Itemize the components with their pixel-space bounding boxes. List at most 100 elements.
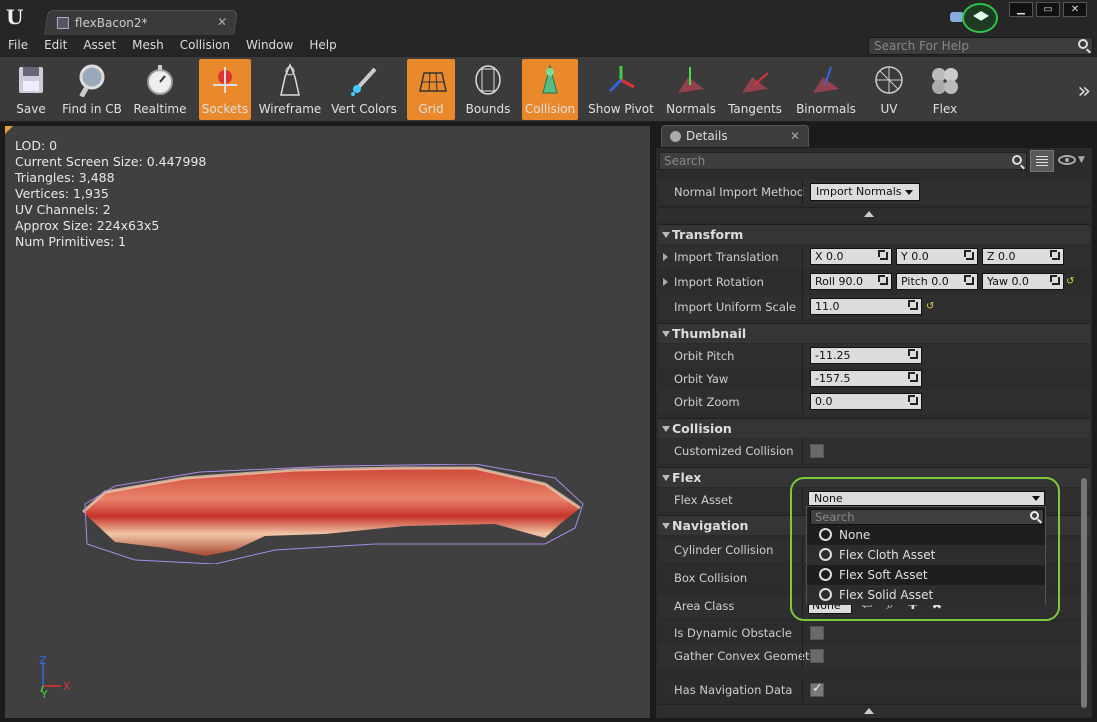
- document-tab[interactable]: flexBacon2* ✕: [44, 10, 238, 35]
- stat-num-primitives: Num Primitives: 1: [15, 234, 127, 249]
- translation-z-field[interactable]: Z 0.0: [982, 248, 1064, 265]
- viewport-options-corner-icon[interactable]: [5, 126, 13, 134]
- rotation-yaw-field[interactable]: Yaw 0.0: [982, 273, 1064, 290]
- details-scrollbar[interactable]: [1081, 478, 1087, 708]
- menu-window[interactable]: Window: [238, 35, 301, 56]
- binormals-button[interactable]: Binormals: [795, 59, 857, 120]
- help-search-input[interactable]: Search For Help: [868, 37, 1093, 55]
- reset-to-default-icon[interactable]: ↺: [926, 301, 934, 312]
- tangents-button[interactable]: Tangents: [727, 59, 783, 120]
- find-in-cb-button[interactable]: Find in CB: [60, 59, 124, 120]
- axis-x-label: X: [63, 680, 71, 693]
- gather-convex-label: Gather Convex Geometry: [674, 649, 822, 663]
- row-orbit-yaw: Orbit Yaw -157.5: [658, 367, 1090, 391]
- orbit-zoom-value: 0.0: [815, 395, 833, 408]
- details-tab-label: Details: [686, 129, 728, 143]
- uv-button[interactable]: UV: [867, 59, 911, 120]
- row-normal-import-method: Normal Import Method Import Normals: [658, 180, 1090, 204]
- rotation-pitch-value: Pitch 0.0: [901, 275, 949, 288]
- sockets-button[interactable]: Sockets: [199, 59, 251, 120]
- wireframe-button[interactable]: Wireframe: [258, 59, 322, 120]
- translation-y-field[interactable]: Y 0.0: [896, 248, 978, 265]
- advanced-collapse-button[interactable]: [658, 207, 1090, 221]
- binormals-icon: [813, 66, 839, 93]
- cylinder-collision-label: Cylinder Collision: [674, 543, 774, 557]
- menu-edit[interactable]: Edit: [36, 35, 75, 56]
- row-has-nav-data: Has Navigation Data: [658, 678, 1090, 702]
- wireframe-label: Wireframe: [258, 102, 322, 116]
- expand-arrow-icon[interactable]: [663, 278, 668, 286]
- minimize-button[interactable]: ▁: [1009, 2, 1033, 17]
- customized-collision-label: Customized Collision: [674, 444, 794, 458]
- section-collision[interactable]: Collision: [658, 418, 1090, 438]
- view-options-caret-icon[interactable]: ▼: [1078, 155, 1085, 165]
- import-translation-label: Import Translation: [674, 250, 779, 264]
- mesh-viewport[interactable]: LOD: 0 Current Screen Size: 0.447998 Tri…: [4, 125, 651, 719]
- save-button[interactable]: Save: [6, 59, 56, 120]
- row-dynamic-obstacle: Is Dynamic Obstacle: [658, 621, 1090, 645]
- tab-close-icon[interactable]: ✕: [216, 15, 228, 29]
- close-window-button[interactable]: ✕: [1063, 2, 1087, 17]
- viewport-stats: LOD: 0 Current Screen Size: 0.447998 Tri…: [15, 138, 206, 250]
- realtime-button[interactable]: Realtime: [132, 59, 188, 120]
- details-search-placeholder: Search: [664, 154, 706, 168]
- axis-y-label: Y: [40, 688, 48, 698]
- gather-convex-checkbox[interactable]: [810, 649, 824, 663]
- normals-button[interactable]: Normals: [665, 59, 717, 120]
- collision-button[interactable]: Collision: [522, 59, 578, 120]
- collision-icon: [542, 64, 558, 94]
- normal-import-combo[interactable]: Import Normals: [810, 183, 920, 201]
- tab-details[interactable]: Details ✕: [661, 125, 809, 147]
- toolbar-overflow-chevron-icon[interactable]: »: [1078, 79, 1091, 104]
- details-search-input[interactable]: Search: [659, 152, 1027, 170]
- view-options-eye-icon[interactable]: [1058, 155, 1076, 165]
- chevron-down-icon: [905, 190, 913, 195]
- orbit-yaw-field[interactable]: -157.5: [810, 370, 922, 387]
- maximize-button[interactable]: ▭: [1036, 2, 1060, 17]
- menu-collision[interactable]: Collision: [172, 35, 238, 56]
- tutorial-graduation-cap-icon[interactable]: [962, 3, 998, 33]
- row-orbit-zoom: Orbit Zoom 0.0: [658, 390, 1090, 414]
- section-thumbnail[interactable]: Thumbnail: [658, 323, 1090, 343]
- menu-asset[interactable]: Asset: [75, 35, 124, 56]
- grid-label: Grid: [418, 102, 444, 116]
- show-pivot-button[interactable]: Show Pivot: [588, 59, 654, 120]
- stat-screen-size: Current Screen Size: 0.447998: [15, 154, 207, 169]
- grid-button[interactable]: Grid: [407, 59, 455, 120]
- vert-colors-label: Vert Colors: [331, 102, 397, 116]
- box-collision-label: Box Collision: [674, 571, 748, 585]
- flex-icon: [932, 68, 958, 94]
- show-pivot-label: Show Pivot: [588, 102, 654, 116]
- advanced-collapse-button[interactable]: [658, 704, 1090, 718]
- orbit-pitch-label: Orbit Pitch: [674, 349, 735, 363]
- expand-arrow-icon[interactable]: [663, 253, 668, 261]
- rotation-pitch-field[interactable]: Pitch 0.0: [896, 273, 978, 290]
- document-tab-title: flexBacon2*: [74, 16, 148, 30]
- translation-x-field[interactable]: X 0.0: [810, 248, 892, 265]
- search-icon: [1078, 39, 1088, 49]
- customized-collision-checkbox[interactable]: [810, 444, 824, 458]
- property-matrix-button[interactable]: [1030, 150, 1054, 172]
- details-close-icon[interactable]: ✕: [790, 129, 800, 143]
- menu-help[interactable]: Help: [301, 35, 344, 56]
- vert-colors-button[interactable]: Vert Colors: [330, 59, 398, 120]
- orbit-zoom-field[interactable]: 0.0: [810, 393, 922, 410]
- normals-icon: [678, 67, 704, 93]
- has-nav-data-label: Has Navigation Data: [674, 683, 793, 697]
- dynamic-obstacle-checkbox[interactable]: [810, 626, 824, 640]
- orbit-pitch-value: -11.25: [815, 349, 851, 362]
- title-bar: U flexBacon2* ✕ ▁ ▭ ✕: [0, 0, 1097, 35]
- menu-file[interactable]: File: [0, 35, 36, 56]
- rotation-roll-field[interactable]: Roll 90.0: [810, 273, 892, 290]
- uniform-scale-field[interactable]: 11.0: [810, 298, 922, 315]
- pivot-icon: [608, 66, 635, 93]
- bounds-button[interactable]: Bounds: [463, 59, 513, 120]
- flex-button[interactable]: Flex: [922, 59, 968, 120]
- section-transform[interactable]: Transform: [658, 224, 1090, 244]
- reset-to-default-icon[interactable]: ↺: [1066, 276, 1074, 287]
- menu-mesh[interactable]: Mesh: [124, 35, 172, 56]
- sockets-label: Sockets: [201, 102, 249, 116]
- orbit-pitch-field[interactable]: -11.25: [810, 347, 922, 364]
- orbit-zoom-label: Orbit Zoom: [674, 395, 740, 409]
- has-nav-data-checkbox[interactable]: [810, 681, 824, 697]
